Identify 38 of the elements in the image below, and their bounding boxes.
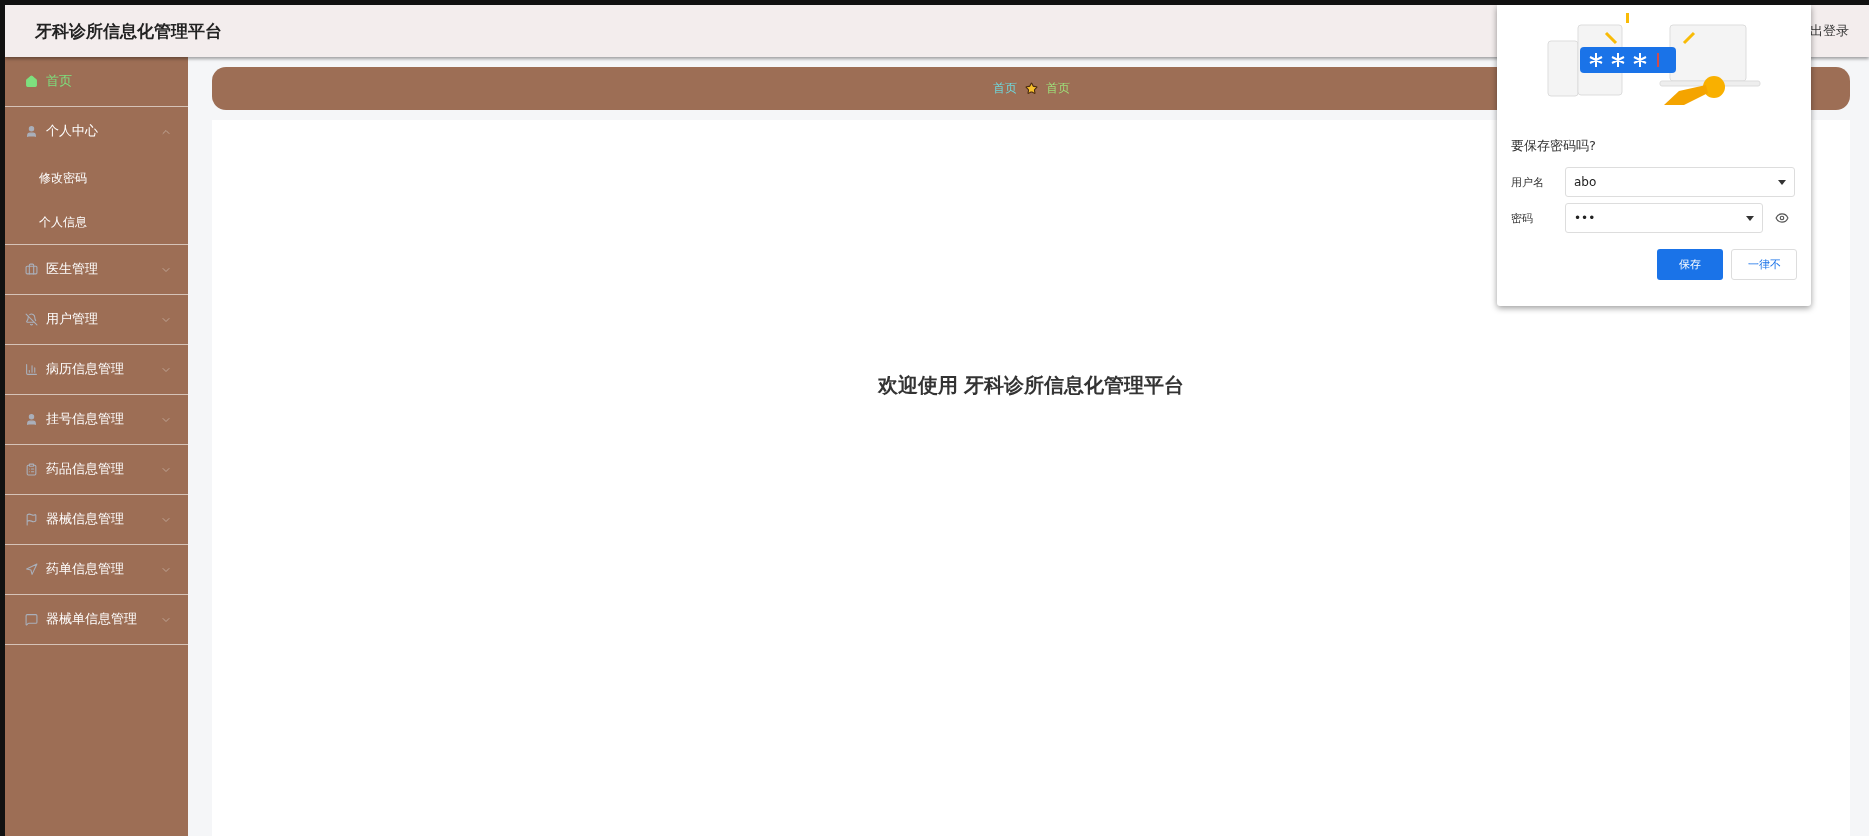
sidebar-item[interactable]: 个人中心 bbox=[5, 107, 188, 156]
briefcase-icon bbox=[25, 263, 38, 276]
sidebar-item[interactable]: 挂号信息管理 bbox=[5, 395, 188, 444]
sidebar-item[interactable]: 器械信息管理 bbox=[5, 495, 188, 544]
user-icon bbox=[25, 125, 38, 138]
home-icon bbox=[25, 75, 38, 88]
sidebar-item[interactable]: 器械单信息管理 bbox=[5, 595, 188, 644]
welcome-heading: 欢迎使用 牙科诊所信息化管理平台 bbox=[877, 372, 1185, 399]
logout-link[interactable]: 出登录 bbox=[1810, 22, 1849, 40]
flag-icon bbox=[25, 513, 38, 526]
password-field[interactable]: ••• bbox=[1565, 203, 1763, 233]
sidebar-item[interactable]: 用户管理 bbox=[5, 295, 188, 344]
bell-off-icon bbox=[25, 313, 38, 326]
save-button[interactable]: 保存 bbox=[1657, 249, 1723, 280]
username-field[interactable]: abo bbox=[1565, 167, 1795, 197]
popup-title: 要保存密码吗? bbox=[1511, 137, 1597, 155]
sidebar-subitem[interactable]: 修改密码 bbox=[5, 156, 188, 200]
clipboard-icon bbox=[25, 463, 38, 476]
message-icon bbox=[25, 613, 38, 626]
bar-chart-icon bbox=[25, 363, 38, 376]
user-icon bbox=[25, 413, 38, 426]
app-title: 牙科诊所信息化管理平台 bbox=[35, 19, 222, 43]
username-label: 用户名 bbox=[1511, 174, 1545, 190]
dropdown-caret-icon bbox=[1778, 179, 1786, 185]
navigation-arrow-icon bbox=[25, 563, 38, 576]
sidebar-subitem[interactable]: 个人信息 bbox=[5, 200, 188, 244]
sidebar-item[interactable]: 药品信息管理 bbox=[5, 445, 188, 494]
star-icon bbox=[1024, 82, 1038, 95]
breadcrumb-link[interactable]: 首页 bbox=[1045, 80, 1070, 97]
eye-icon[interactable] bbox=[1775, 211, 1789, 225]
sidebar-item[interactable]: 医生管理 bbox=[5, 245, 188, 294]
sidebar-item[interactable]: 病历信息管理 bbox=[5, 345, 188, 394]
breadcrumb-link[interactable]: 首页 bbox=[992, 80, 1017, 97]
sidebar-item[interactable]: 首页 bbox=[5, 57, 188, 106]
sidebar-item[interactable]: 药单信息管理 bbox=[5, 545, 188, 594]
password-label: 密码 bbox=[1511, 210, 1534, 226]
dropdown-caret-icon bbox=[1746, 215, 1754, 221]
never-button[interactable]: 一律不 bbox=[1731, 249, 1797, 280]
